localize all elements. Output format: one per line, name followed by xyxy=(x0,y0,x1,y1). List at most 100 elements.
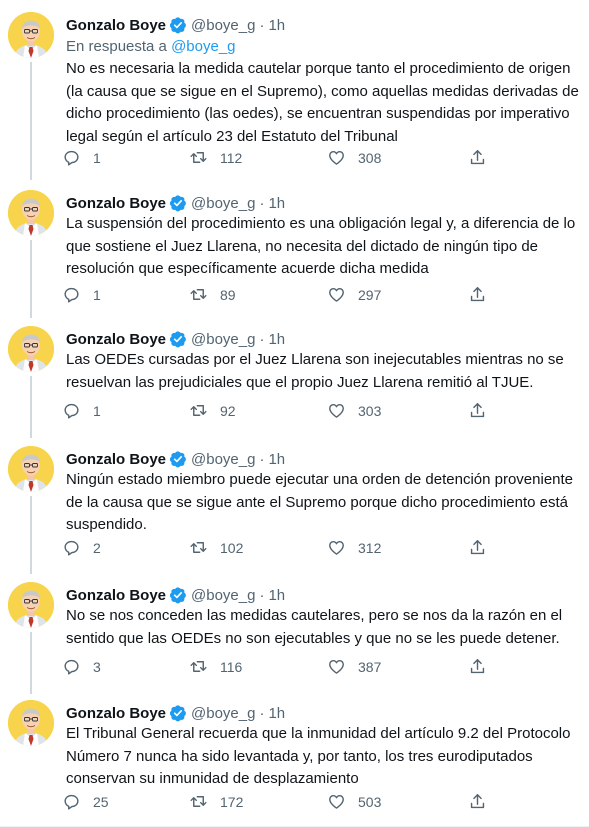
author-handle[interactable]: @boye_g xyxy=(191,587,255,604)
retweet-button[interactable]: 116 xyxy=(189,657,242,676)
tweet-text: El Tribunal General recuerda que la inmu… xyxy=(66,725,571,787)
tweet-header: Gonzalo Boye @boye_g · 1h xyxy=(66,585,285,605)
author-handle[interactable]: @boye_g xyxy=(191,705,255,722)
timestamp[interactable]: 1h xyxy=(268,705,285,722)
separator-dot: · xyxy=(259,704,265,722)
retweet-icon xyxy=(189,285,208,304)
tweet-actions: 2 102 312 xyxy=(62,538,502,562)
author-name[interactable]: Gonzalo Boye xyxy=(66,195,166,212)
like-count: 387 xyxy=(358,658,382,675)
verified-badge-icon xyxy=(169,586,187,604)
like-button[interactable]: 503 xyxy=(327,792,381,811)
separator-dot: · xyxy=(259,586,265,604)
tweet-text: Ningún estado miembro puede ejecutar una… xyxy=(66,471,574,533)
tweet-header: Gonzalo Boye @boye_g · 1h xyxy=(66,703,285,723)
author-handle[interactable]: @boye_g xyxy=(191,195,255,212)
reply-count: 25 xyxy=(93,793,109,810)
retweet-button[interactable]: 102 xyxy=(189,538,243,557)
avatar[interactable] xyxy=(8,326,54,372)
reply-button[interactable]: 2 xyxy=(62,538,101,557)
verified-badge-icon xyxy=(169,16,187,34)
share-button[interactable] xyxy=(468,401,487,420)
like-button[interactable]: 303 xyxy=(327,401,381,420)
timestamp[interactable]: 1h xyxy=(268,451,285,468)
retweet-icon xyxy=(189,148,208,167)
avatar[interactable] xyxy=(8,446,54,492)
tweet-actions: 1 92 303 xyxy=(62,401,502,425)
tweet-actions: 25 172 503 xyxy=(62,792,502,816)
reply-button[interactable]: 25 xyxy=(62,792,109,811)
like-button[interactable]: 387 xyxy=(327,657,381,676)
retweet-button[interactable]: 172 xyxy=(189,792,243,811)
like-icon xyxy=(327,148,346,167)
reply-to-handle[interactable]: @boye_g xyxy=(171,38,235,55)
share-icon xyxy=(468,538,487,557)
reply-icon xyxy=(62,657,81,676)
reply-count: 2 xyxy=(93,539,101,556)
separator-dot: · xyxy=(259,194,265,212)
retweet-button[interactable]: 92 xyxy=(189,401,236,420)
tweet-header: Gonzalo Boye @boye_g · 1h xyxy=(66,193,285,213)
share-icon xyxy=(468,285,487,304)
retweet-count: 112 xyxy=(220,149,243,166)
author-name[interactable]: Gonzalo Boye xyxy=(66,331,166,348)
tweet-text: No es necesaria la medida cautelar porqu… xyxy=(66,60,579,145)
reply-icon xyxy=(62,401,81,420)
reply-button[interactable]: 1 xyxy=(62,285,101,304)
share-icon xyxy=(468,148,487,167)
share-icon xyxy=(468,401,487,420)
reply-button[interactable]: 1 xyxy=(62,401,101,420)
avatar[interactable] xyxy=(8,190,54,236)
share-button[interactable] xyxy=(468,792,487,811)
thread-line xyxy=(30,62,32,180)
timestamp[interactable]: 1h xyxy=(268,195,285,212)
tweet-header: Gonzalo Boye @boye_g · 1h xyxy=(66,15,285,35)
like-button[interactable]: 297 xyxy=(327,285,381,304)
share-button[interactable] xyxy=(468,657,487,676)
share-icon xyxy=(468,657,487,676)
author-name[interactable]: Gonzalo Boye xyxy=(66,17,166,34)
author-name[interactable]: Gonzalo Boye xyxy=(66,587,166,604)
verified-badge-icon xyxy=(169,704,187,722)
share-button[interactable] xyxy=(468,285,487,304)
separator-dot: · xyxy=(259,330,265,348)
tweet-actions: 3 116 387 xyxy=(62,657,502,681)
reply-button[interactable]: 1 xyxy=(62,148,101,167)
author-handle[interactable]: @boye_g xyxy=(191,331,255,348)
author-handle[interactable]: @boye_g xyxy=(191,17,255,34)
retweet-button[interactable]: 89 xyxy=(189,285,236,304)
tweet-text: No se nos conceden las medidas cautelare… xyxy=(66,607,563,647)
separator-dot: · xyxy=(259,16,265,34)
timestamp[interactable]: 1h xyxy=(268,587,285,604)
like-icon xyxy=(327,401,346,420)
like-button[interactable]: 308 xyxy=(327,148,381,167)
verified-badge-icon xyxy=(169,450,187,468)
reply-icon xyxy=(62,285,81,304)
timestamp[interactable]: 1h xyxy=(268,331,285,348)
tweet-header: Gonzalo Boye @boye_g · 1h xyxy=(66,329,285,349)
retweet-count: 116 xyxy=(220,658,243,675)
like-count: 308 xyxy=(358,149,382,166)
reply-count: 3 xyxy=(93,658,101,675)
author-name[interactable]: Gonzalo Boye xyxy=(66,705,166,722)
separator-dot: · xyxy=(259,450,265,468)
like-count: 303 xyxy=(358,402,382,419)
share-button[interactable] xyxy=(468,148,487,167)
retweet-icon xyxy=(189,538,208,557)
author-name[interactable]: Gonzalo Boye xyxy=(66,451,166,468)
avatar[interactable] xyxy=(8,582,54,628)
retweet-count: 92 xyxy=(220,402,236,419)
timestamp[interactable]: 1h xyxy=(268,17,285,34)
tweet-header: Gonzalo Boye @boye_g · 1h xyxy=(66,449,285,469)
retweet-button[interactable]: 112 xyxy=(189,148,242,167)
like-count: 312 xyxy=(358,539,382,556)
author-handle[interactable]: @boye_g xyxy=(191,451,255,468)
reply-icon xyxy=(62,148,81,167)
reply-icon xyxy=(62,792,81,811)
share-button[interactable] xyxy=(468,538,487,557)
avatar[interactable] xyxy=(8,12,54,58)
retweet-count: 172 xyxy=(220,793,244,810)
like-button[interactable]: 312 xyxy=(327,538,381,557)
reply-button[interactable]: 3 xyxy=(62,657,101,676)
avatar[interactable] xyxy=(8,700,54,746)
